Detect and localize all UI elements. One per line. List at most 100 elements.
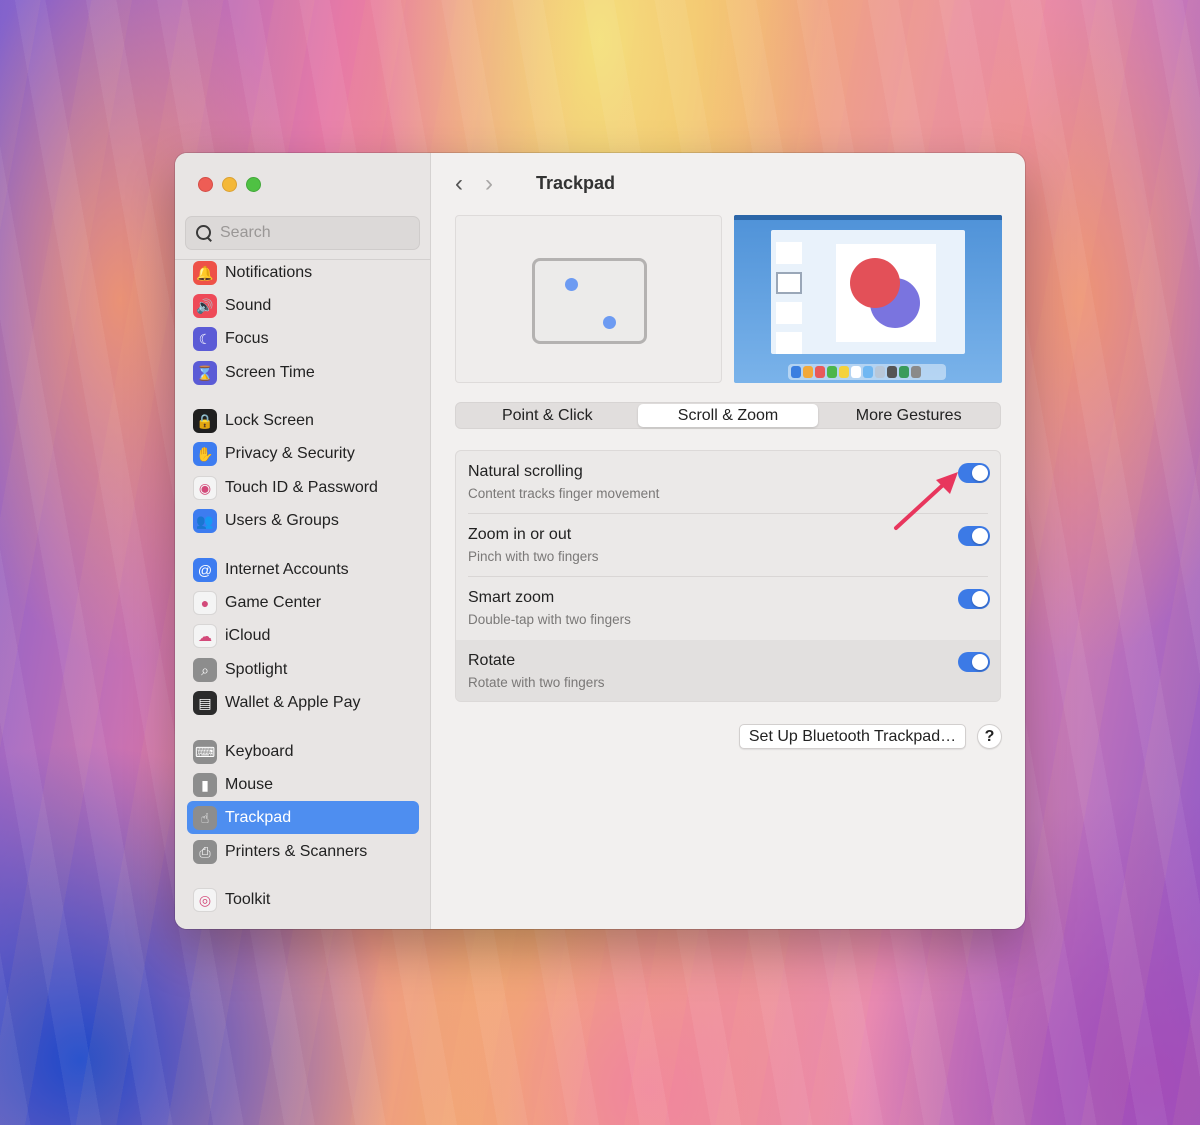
setting-subtitle: Rotate with two fingers	[468, 675, 605, 690]
setting-title: Zoom in or out	[468, 526, 572, 543]
preview-slide-thumbnails	[776, 242, 802, 362]
tab-scroll-and-zoom[interactable]: Scroll & Zoom	[637, 404, 819, 427]
at-icon: @	[193, 557, 217, 582]
sidebar-item-label: Printers & Scanners	[225, 842, 368, 860]
sidebar-item-label: Users & Groups	[225, 511, 339, 529]
window-controls	[198, 177, 261, 192]
preview-thumbnail	[776, 242, 802, 264]
close-button[interactable]	[198, 177, 213, 192]
system-settings-window: 🔔 Notifications 🔊 Sound ☾ Focus ⌛ Screen Time 🔒 L…	[175, 153, 1025, 929]
sidebar-item-label: Focus	[225, 329, 269, 347]
setting-title: Smart zoom	[468, 589, 555, 606]
sidebar-item-toolkit[interactable]: ◎ Toolkit	[187, 883, 419, 916]
finger-dot	[565, 278, 578, 291]
hand-icon: ✋	[193, 441, 217, 466]
dock-app-icon	[839, 366, 849, 378]
sidebar-item-label: Touch ID & Password	[225, 478, 378, 496]
dock-app-icon	[851, 366, 861, 378]
preview-red-circle	[850, 258, 900, 308]
sidebar-item-keyboard[interactable]: ⌨ Keyboard	[187, 735, 419, 768]
sidebar-item-mouse[interactable]: ▮ Mouse	[187, 768, 419, 801]
sidebar-item-label: Wallet & Apple Pay	[225, 693, 361, 711]
setting-title: Natural scrolling	[468, 463, 583, 480]
sidebar-item-internet-accounts[interactable]: @ Internet Accounts	[187, 553, 419, 586]
dock-app-icon	[803, 366, 813, 378]
sidebar: 🔔 Notifications 🔊 Sound ☾ Focus ⌛ Screen Time 🔒 L…	[175, 153, 431, 929]
gesture-preview-video	[734, 215, 1002, 383]
search-field[interactable]	[185, 216, 420, 250]
sidebar-item-trackpad[interactable]: ☝ Trackpad	[187, 801, 419, 834]
sidebar-item-wallet-apple-pay[interactable]: ▤ Wallet & Apple Pay	[187, 686, 419, 719]
history-navigation: ‹ ›	[455, 172, 493, 196]
dock-app-icon	[827, 366, 837, 378]
tab-more-gestures[interactable]: More Gestures	[818, 404, 999, 427]
minimize-button[interactable]	[222, 177, 237, 192]
wallet-icon: ▤	[193, 690, 217, 715]
dock-app-icon	[911, 366, 921, 378]
cloud-icon: ☁	[193, 623, 217, 648]
sidebar-item-lock-screen[interactable]: 🔒 Lock Screen	[187, 404, 419, 437]
sidebar-item-label: Spotlight	[225, 660, 288, 678]
smart-zoom-toggle[interactable]	[958, 589, 990, 609]
preview-thumbnail	[776, 302, 802, 324]
search-input[interactable]	[220, 224, 410, 242]
trackpad-illustration	[532, 258, 647, 344]
setup-bluetooth-trackpad-button[interactable]: Set Up Bluetooth Trackpad…	[739, 724, 966, 749]
page-title: Trackpad	[536, 173, 616, 193]
sidebar-item-label: Mouse	[225, 775, 274, 793]
tab-bar: Point & Click Scroll & Zoom More Gesture…	[455, 402, 1001, 429]
dock-app-icon	[815, 366, 825, 378]
preview-menubar	[734, 215, 1002, 220]
sidebar-item-label: Privacy & Security	[225, 444, 355, 462]
toolkit-icon: ◎	[193, 887, 217, 912]
tab-point-and-click[interactable]: Point & Click	[457, 404, 638, 427]
sidebar-item-privacy-security[interactable]: ✋ Privacy & Security	[187, 437, 419, 470]
sidebar-item-users-groups[interactable]: 👥 Users & Groups	[187, 504, 419, 537]
forward-button[interactable]: ›	[485, 172, 493, 196]
annotation-arrow-icon	[894, 472, 958, 530]
users-icon: 👥	[193, 508, 217, 533]
hourglass-icon: ⌛	[193, 360, 217, 385]
dock-app-icon	[875, 366, 885, 378]
finger-dot	[603, 316, 616, 329]
setting-subtitle: Pinch with two fingers	[468, 549, 599, 564]
sidebar-item-spotlight[interactable]: ⌕ Spotlight	[187, 653, 419, 686]
preview-app-window	[771, 230, 965, 354]
sidebar-item-touch-id-password[interactable]: ◉ Touch ID & Password	[187, 471, 419, 504]
gesture-illustration	[455, 215, 722, 383]
sidebar-item-game-center[interactable]: ● Game Center	[187, 586, 419, 619]
setting-subtitle: Content tracks finger movement	[468, 486, 660, 501]
bell-icon: 🔔	[193, 260, 217, 285]
help-button[interactable]: ?	[977, 724, 1002, 749]
sidebar-item-label: Notifications	[225, 263, 313, 281]
setting-title: Rotate	[468, 652, 516, 669]
dock-app-icon	[899, 366, 909, 378]
sidebar-item-icloud[interactable]: ☁ iCloud	[187, 619, 419, 652]
natural-scrolling-toggle[interactable]	[958, 463, 990, 483]
game-center-icon: ●	[193, 590, 217, 615]
sidebar-item-printers-scanners[interactable]: ⎙ Printers & Scanners	[187, 835, 419, 868]
sidebar-item-sound[interactable]: 🔊 Sound	[187, 289, 419, 322]
moon-icon: ☾	[193, 326, 217, 351]
speaker-icon: 🔊	[193, 293, 217, 318]
sidebar-item-label: iCloud	[225, 626, 271, 644]
annotation-arrow-shaft	[894, 482, 946, 530]
back-button[interactable]: ‹	[455, 172, 463, 196]
zoom-toggle[interactable]	[958, 526, 990, 546]
dock-app-icon	[863, 366, 873, 378]
sidebar-item-label: Screen Time	[225, 363, 315, 381]
preview-dock	[788, 364, 946, 380]
mouse-icon: ▮	[193, 772, 217, 797]
dock-app-icon	[887, 366, 897, 378]
sidebar-item-notifications[interactable]: 🔔 Notifications	[187, 256, 419, 289]
sidebar-item-label: Internet Accounts	[225, 560, 349, 578]
printer-icon: ⎙	[193, 839, 217, 864]
setting-row-rotate: Rotate Rotate with two fingers	[456, 640, 1000, 701]
sidebar-item-screen-time[interactable]: ⌛ Screen Time	[187, 356, 419, 389]
rotate-toggle[interactable]	[958, 652, 990, 672]
maximize-button[interactable]	[246, 177, 261, 192]
preview-thumbnail	[776, 332, 802, 354]
setting-row-smart-zoom: Smart zoom Double-tap with two fingers	[456, 577, 1000, 640]
keyboard-icon: ⌨	[193, 739, 217, 764]
sidebar-item-focus[interactable]: ☾ Focus	[187, 322, 419, 355]
